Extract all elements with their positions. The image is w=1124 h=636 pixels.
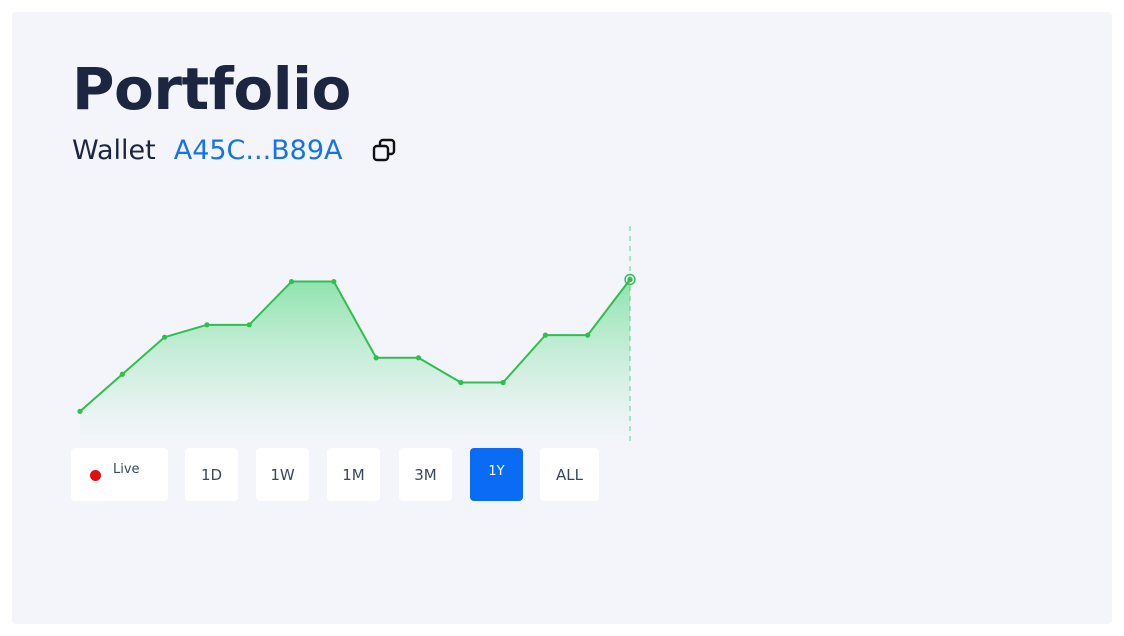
- page-title: Portfolio: [72, 55, 351, 123]
- live-label: Live: [113, 462, 140, 477]
- chart-point: [77, 408, 83, 414]
- chart-point: [627, 276, 633, 283]
- chart-point: [373, 355, 379, 361]
- range-button-1m[interactable]: 1M: [327, 448, 380, 501]
- range-button-1d[interactable]: 1D: [185, 448, 238, 501]
- live-indicator-dot: [90, 470, 101, 481]
- chart-point: [331, 278, 337, 285]
- wallet-row: Wallet A45C...B89A: [72, 130, 397, 170]
- live-button[interactable]: Live: [71, 448, 168, 501]
- chart-point: [288, 278, 295, 285]
- portfolio-card: Portfolio Wallet A45C...B89A Live 1D 1W …: [12, 12, 1112, 624]
- chart-point: [415, 355, 422, 361]
- range-button-all[interactable]: ALL: [540, 448, 599, 501]
- range-button-3m[interactable]: 3M: [399, 448, 452, 501]
- chart-point: [119, 371, 125, 377]
- wallet-address[interactable]: A45C...B89A: [174, 135, 343, 166]
- chart-point: [500, 379, 506, 386]
- range-button-1w[interactable]: 1W: [256, 448, 309, 501]
- chart-point: [542, 332, 548, 338]
- chart-point: [458, 379, 464, 386]
- chart-point: [585, 332, 591, 338]
- portfolio-chart: [77, 226, 636, 442]
- chart-point: [162, 334, 168, 340]
- copy-icon[interactable]: [371, 137, 397, 163]
- chart-point: [204, 322, 210, 328]
- wallet-label: Wallet: [72, 134, 156, 166]
- chart-point: [246, 322, 252, 328]
- chart-area-fill: [80, 279, 630, 440]
- range-button-1y[interactable]: 1Y: [470, 448, 523, 501]
